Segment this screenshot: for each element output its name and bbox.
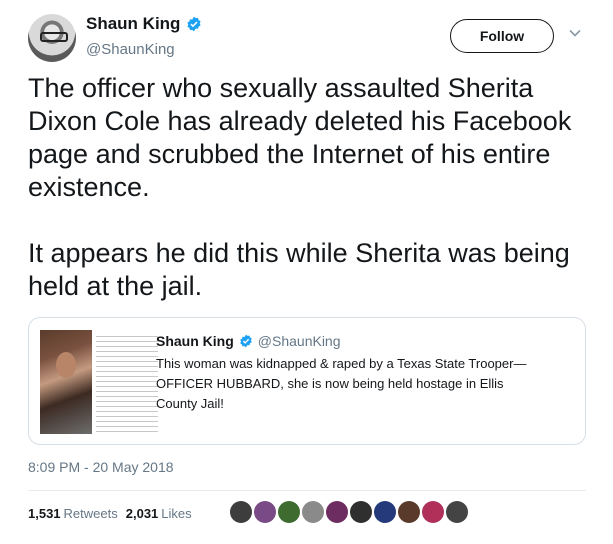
quoted-tweet-document-image (96, 334, 158, 432)
divider (28, 490, 586, 491)
liker-avatar[interactable] (374, 501, 396, 523)
follow-button[interactable]: Follow (450, 19, 554, 53)
tweet-paragraph: It appears he did this while Sherita was… (28, 238, 570, 301)
like-count: 2,031 (125, 506, 159, 521)
liker-avatar[interactable] (278, 501, 300, 523)
likes-stat[interactable]: 2,031 Likes (126, 506, 192, 521)
tweet-paragraph: The officer who sexually assaulted Sheri… (28, 73, 572, 202)
likes-label: Likes (161, 506, 192, 521)
author-name-row: Shaun King (86, 14, 202, 34)
quoted-tweet-header: Shaun King @ShaunKing (156, 333, 341, 349)
quoted-tweet-media[interactable] (40, 330, 159, 434)
author-avatar[interactable] (28, 14, 76, 62)
verified-badge-icon (187, 16, 202, 32)
liker-avatar[interactable] (446, 501, 468, 523)
liker-avatar[interactable] (422, 501, 444, 523)
likers-avatars (230, 501, 468, 523)
quoted-tweet-photo (40, 330, 92, 434)
avatar-glasses (40, 32, 68, 42)
tweet-stats: 1,531 Retweets 2,031 Likes (28, 506, 192, 521)
author-handle[interactable]: @ShaunKing (86, 41, 175, 58)
liker-avatar[interactable] (302, 501, 324, 523)
author-display-name[interactable]: Shaun King (86, 14, 180, 34)
tweet-text: The officer who sexually assaulted Sheri… (28, 72, 598, 303)
photo-face (56, 352, 76, 378)
liker-avatar[interactable] (398, 501, 420, 523)
retweet-count: 1,531 (28, 506, 61, 521)
quoted-display-name: Shaun King (156, 333, 234, 349)
quoted-tweet-text: This woman was kidnapped & raped by a Te… (156, 356, 527, 411)
liker-avatar[interactable] (326, 501, 348, 523)
liker-avatar[interactable] (350, 501, 372, 523)
retweets-stat[interactable]: 1,531 Retweets (28, 506, 118, 521)
quoted-handle: @ShaunKing (257, 333, 341, 349)
liker-avatar[interactable] (254, 501, 276, 523)
tweet-timestamp[interactable]: 8:09 PM - 20 May 2018 (28, 459, 174, 475)
liker-avatar[interactable] (230, 501, 252, 523)
verified-badge-icon (240, 334, 252, 348)
chevron-down-icon[interactable] (568, 26, 582, 40)
retweets-label: Retweets (63, 506, 118, 521)
